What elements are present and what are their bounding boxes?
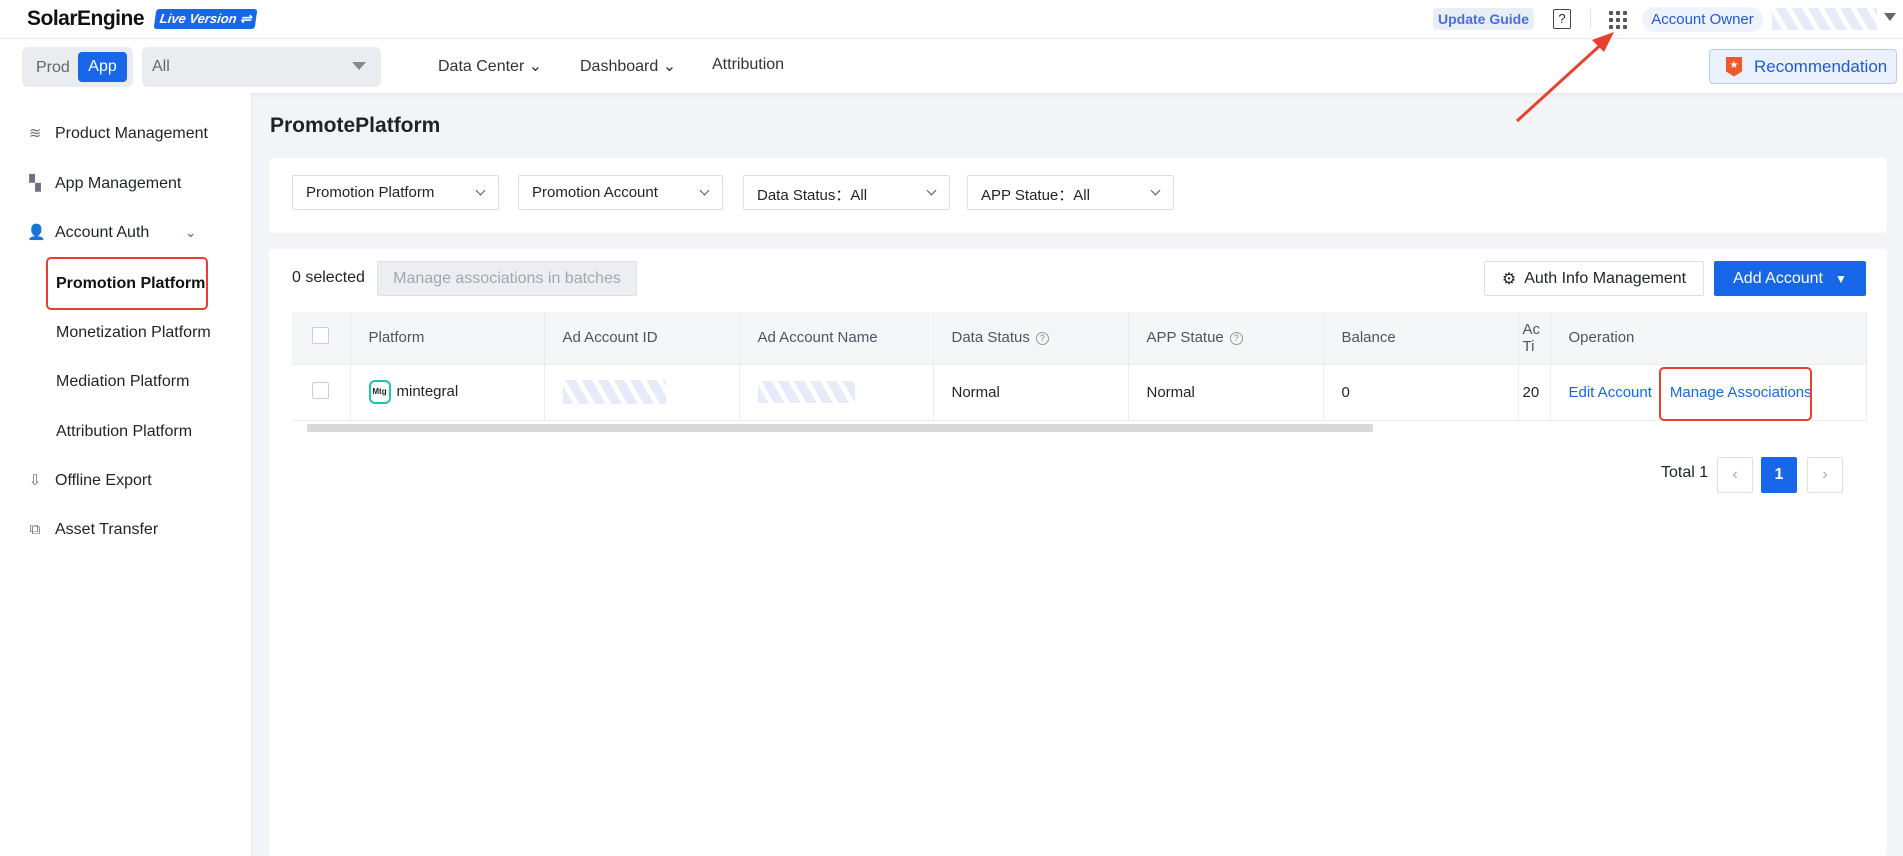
accounts-table: Platform Ad Account ID Ad Account Name D…: [292, 312, 1867, 421]
col-balance: Balance: [1323, 312, 1519, 365]
label: Offline Export: [55, 472, 152, 489]
manage-batches-button[interactable]: Manage associations in batches: [377, 261, 637, 296]
filter-app-statue[interactable]: APP Statue：All: [967, 175, 1174, 210]
prev-page-button[interactable]: ‹: [1717, 457, 1753, 493]
caret-down-icon: ▼: [1834, 271, 1847, 286]
cell-platform: Mtg mintegral: [350, 364, 545, 421]
nav-attribution[interactable]: Attribution: [712, 56, 784, 74]
filter-label: Data Status：All: [757, 187, 868, 204]
sidebar-item-app-management[interactable]: ▚ App Management: [27, 175, 181, 193]
account-owner-badge: Account Owner: [1642, 7, 1763, 32]
chevron-down-icon: ⌄: [662, 58, 677, 75]
page-title: PromotePlatform: [270, 114, 441, 137]
chevron-down-icon: [1150, 185, 1161, 196]
annotation-arrow-icon: [1515, 32, 1614, 123]
highlight-box: [1659, 367, 1812, 421]
sidebar-item-product-management[interactable]: ≋ Product Management: [27, 125, 208, 143]
chevron-down-icon: [475, 185, 486, 196]
sidebar-sub-attribution-platform[interactable]: Attribution Platform: [56, 423, 192, 441]
col-operation: Operation: [1550, 312, 1867, 365]
recommendation-button[interactable]: ★ Recommendation: [1709, 49, 1897, 84]
filter-label: APP Statue：All: [981, 187, 1090, 204]
cell-app-statue: Normal: [1128, 364, 1324, 421]
sidebar-item-asset-transfer[interactable]: ⧉ Asset Transfer: [27, 521, 159, 539]
layers-icon: ≋: [28, 125, 42, 142]
col-ad-account-id: Ad Account ID: [544, 312, 740, 365]
filter-label: Promotion Platform: [306, 184, 435, 201]
cell-time: 20: [1518, 364, 1551, 421]
selected-count: 0 selected: [292, 269, 365, 286]
filter-data-status[interactable]: Data Status：All: [743, 175, 950, 210]
col-ad-account-name: Ad Account Name: [739, 312, 934, 365]
page-1-button[interactable]: 1: [1761, 457, 1797, 493]
cell-balance: 0: [1323, 364, 1519, 421]
col-time-truncated: Ac Ti: [1518, 312, 1551, 365]
add-account-button[interactable]: Add Account ▼: [1714, 261, 1866, 296]
nav-data-center[interactable]: Data Center ⌄: [438, 56, 542, 76]
table-row: Mtg mintegral Normal Normal 0 20 Edit Acc…: [292, 364, 1867, 421]
label: Account Auth: [55, 224, 150, 241]
toggle-app[interactable]: App: [78, 52, 127, 82]
nav-dashboard[interactable]: Dashboard ⌄: [580, 56, 676, 76]
nav-label: Dashboard: [580, 58, 659, 75]
auth-info-management-button[interactable]: ⚙ Auth Info Management: [1484, 261, 1704, 296]
label: APP Statue: [1146, 329, 1224, 347]
caret-down-icon: [352, 62, 366, 70]
live-version-badge[interactable]: Live Version ⇌: [153, 9, 258, 29]
help-circle-icon[interactable]: ?: [1229, 331, 1243, 345]
table-header: Platform Ad Account ID Ad Account Name D…: [292, 312, 1867, 365]
cell-ad-account-name: [739, 364, 934, 421]
filter-promotion-platform[interactable]: Promotion Platform: [292, 175, 499, 210]
filter-label: Promotion Account: [532, 184, 658, 201]
label: App Management: [55, 175, 182, 192]
sidebar-sub-promotion-platform[interactable]: Promotion Platform: [56, 275, 205, 293]
user-check-icon: 👤: [27, 224, 46, 241]
edit-account-link[interactable]: Edit Account: [1569, 384, 1652, 401]
toggle-prod[interactable]: Prod: [36, 59, 70, 77]
platform-name: mintegral: [396, 382, 459, 400]
grid-icon: ▚: [29, 175, 41, 192]
mintegral-logo: Mtg: [368, 380, 391, 404]
redacted-username[interactable]: [1772, 8, 1877, 30]
logo: SolarEngine: [27, 7, 145, 30]
label: Asset Transfer: [55, 521, 159, 538]
gear-icon: ⚙: [1501, 270, 1517, 288]
sidebar-item-account-auth[interactable]: 👤 Account Auth ⌄: [27, 224, 196, 242]
col-app-statue: APP Statue?: [1128, 312, 1324, 365]
recommendation-label: Recommendation: [1754, 56, 1888, 76]
cell-ad-account-id: [544, 364, 740, 421]
filter-promotion-account[interactable]: Promotion Account: [518, 175, 723, 210]
sidebar-sub-mediation-platform[interactable]: Mediation Platform: [56, 373, 189, 391]
caret-down-icon[interactable]: [1884, 13, 1896, 21]
label: Auth Info Management: [1524, 269, 1687, 287]
nav-label: Data Center: [438, 58, 525, 75]
label: Product Management: [55, 125, 208, 142]
transfer-icon: ⧉: [29, 521, 41, 538]
app-select[interactable]: All: [142, 47, 381, 87]
export-icon: ⇩: [28, 472, 42, 489]
cell-data-status: Normal: [933, 364, 1129, 421]
recommendation-badge-icon: ★: [1726, 56, 1742, 77]
label: Data Status: [951, 329, 1030, 347]
help-circle-icon[interactable]: ?: [1035, 331, 1049, 345]
chevron-down-icon: ⌄: [528, 58, 543, 75]
col-platform: Platform: [350, 312, 545, 365]
chevron-down-icon: [699, 185, 710, 196]
row-checkbox[interactable]: [292, 364, 351, 421]
sidebar-item-offline-export[interactable]: ⇩ Offline Export: [27, 472, 152, 490]
next-page-button[interactable]: ›: [1807, 457, 1843, 493]
label: Add Account: [1733, 269, 1823, 287]
chevron-down-icon: ⌄: [185, 225, 197, 240]
col-data-status: Data Status?: [933, 312, 1129, 365]
chevron-down-icon: [926, 185, 937, 196]
select-all-checkbox[interactable]: [292, 312, 351, 365]
sidebar-sub-monetization-platform[interactable]: Monetization Platform: [56, 324, 211, 342]
total-count: Total 1: [1661, 464, 1709, 481]
horizontal-scrollbar[interactable]: [307, 424, 1373, 432]
